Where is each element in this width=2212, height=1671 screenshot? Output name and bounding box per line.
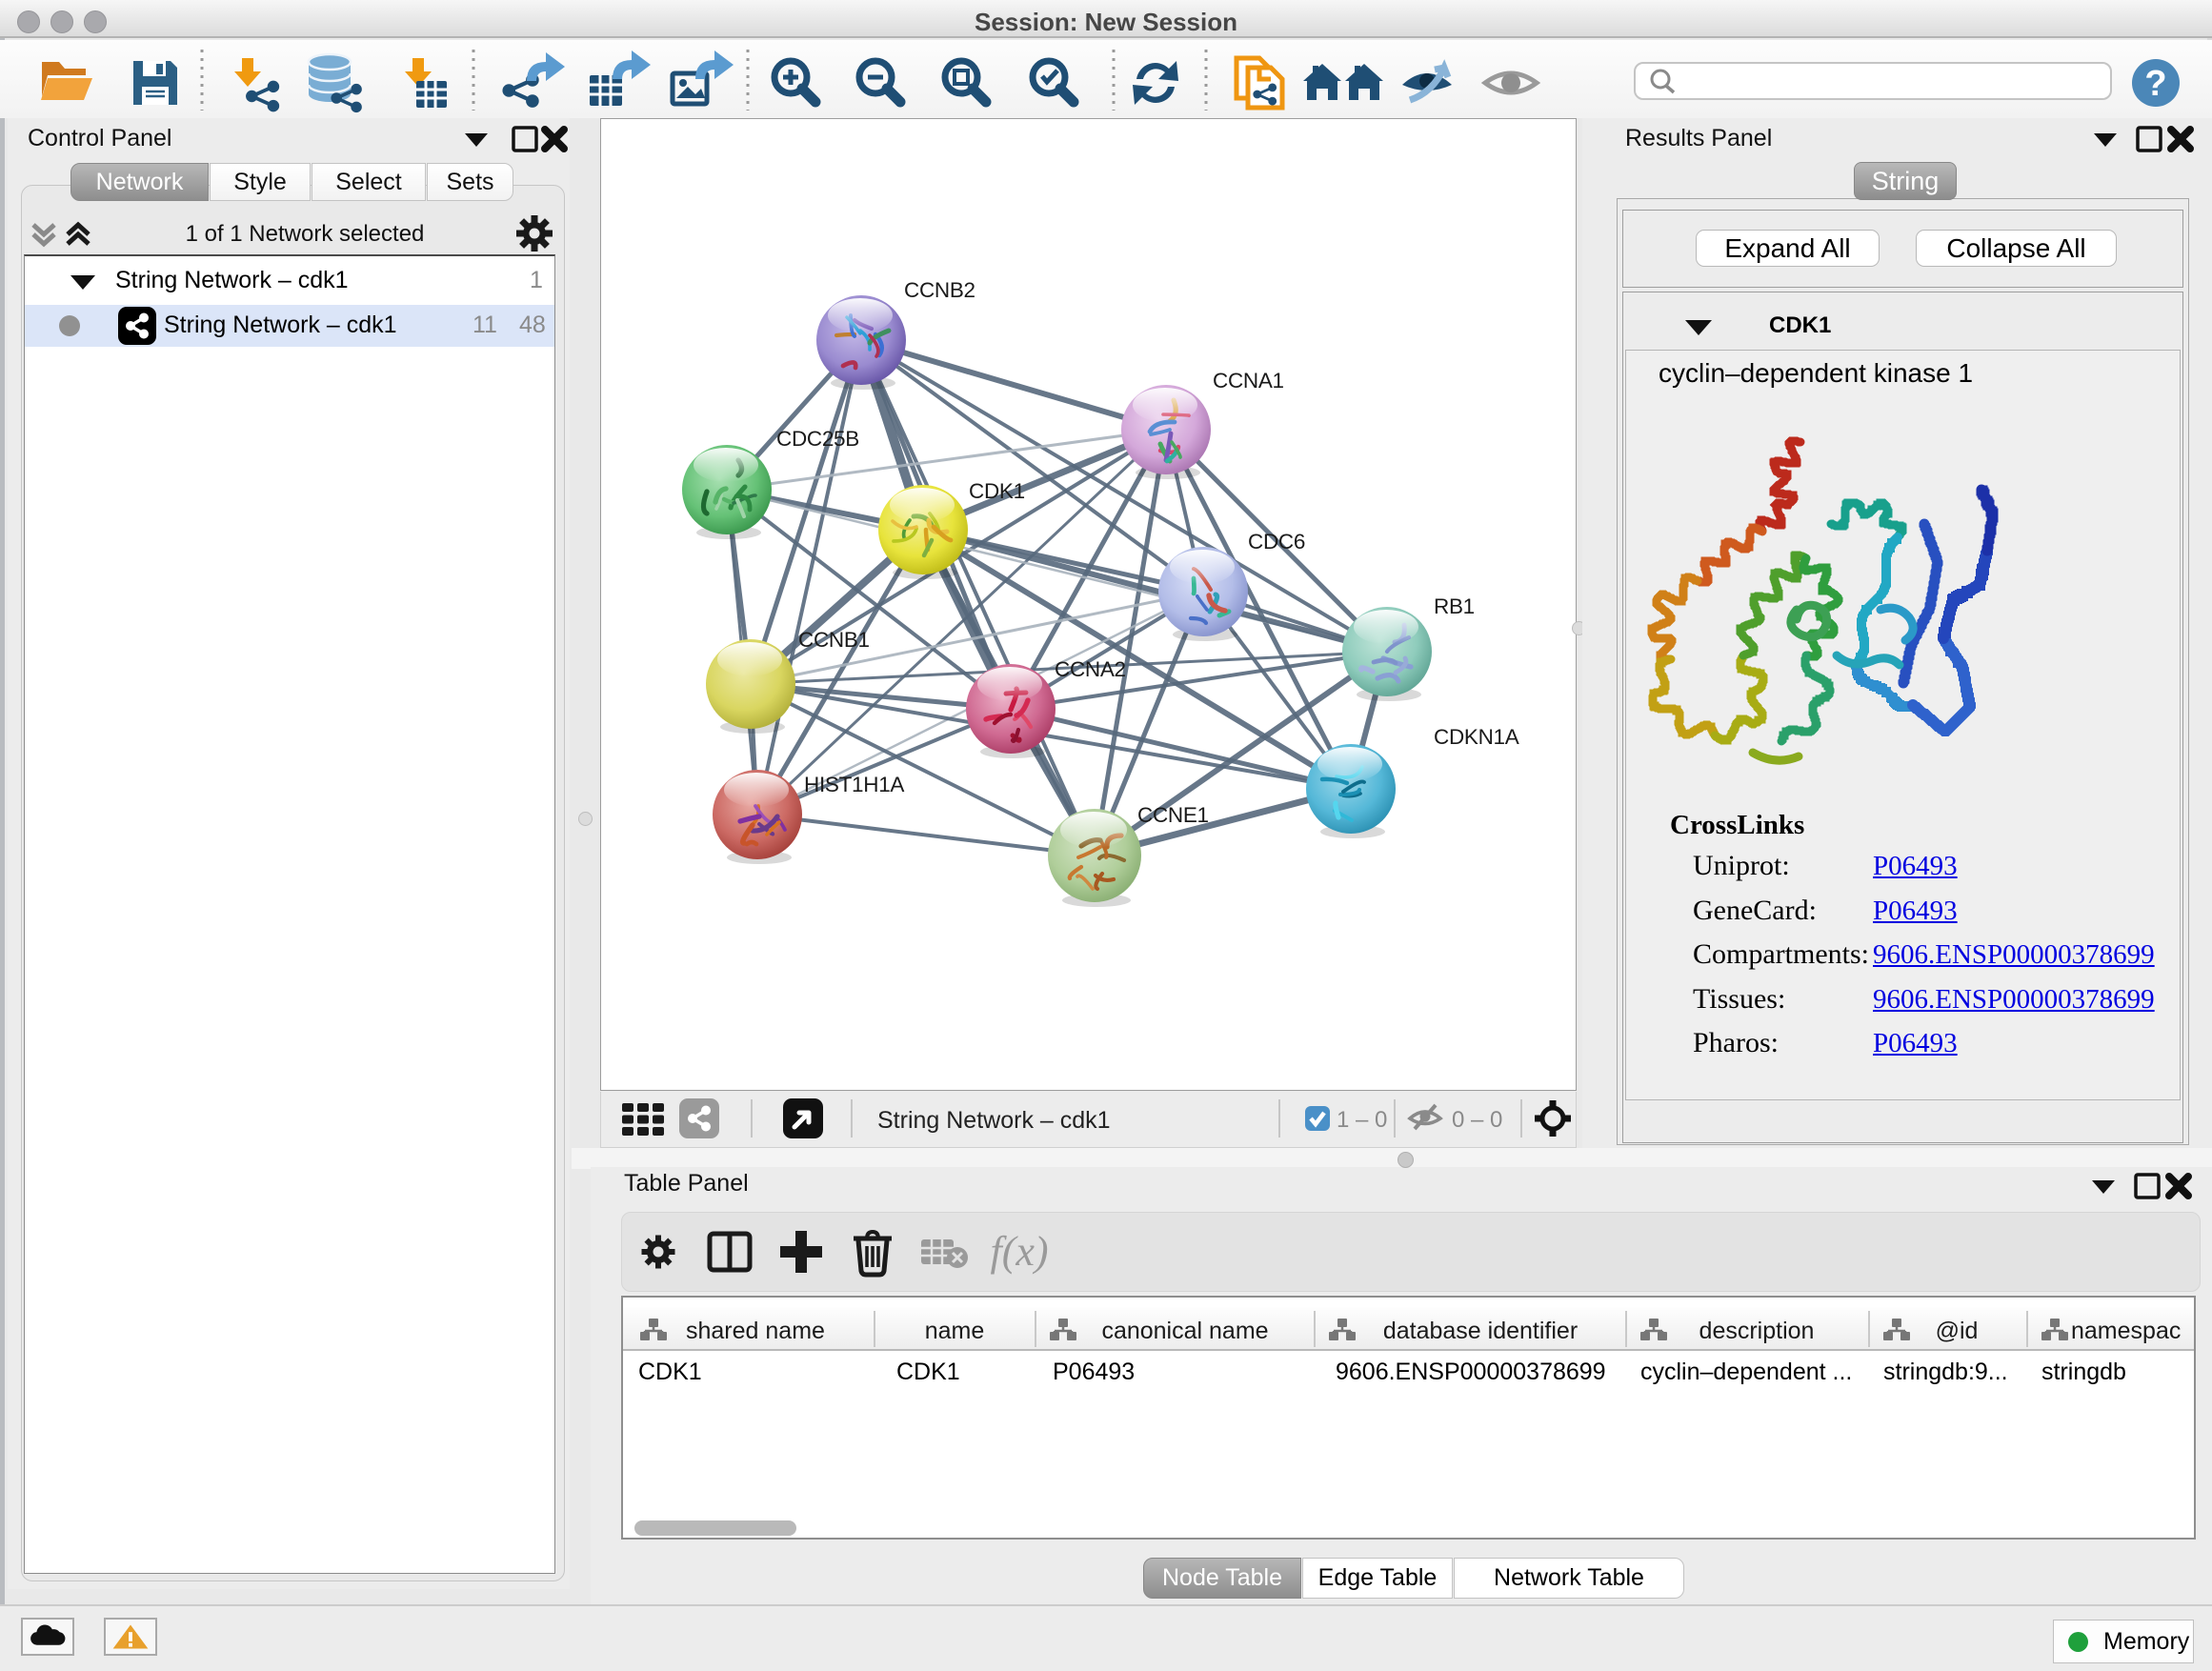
svg-text:CCNB1: CCNB1 [798,628,870,652]
svg-text:CDK1: CDK1 [969,479,1025,503]
svg-text:CCNE1: CCNE1 [1137,803,1209,827]
svg-text:RB1: RB1 [1434,594,1475,618]
svg-text:1 of 1 Network selected: 1 of 1 Network selected [186,221,425,247]
svg-text:1 – 0: 1 – 0 [1337,1107,1387,1133]
svg-text:?: ? [2144,64,2166,104]
svg-text:database identifier: database identifier [1383,1318,1578,1344]
svg-text:String Network – cdk1: String Network – cdk1 [877,1107,1111,1134]
svg-text:HIST1H1A: HIST1H1A [804,773,904,796]
svg-text:CDKN1A: CDKN1A [1434,725,1519,749]
svg-text:CCNB2: CCNB2 [904,278,975,302]
svg-text:description: description [1699,1318,1815,1344]
svg-text:f(x): f(x) [990,1228,1048,1275]
svg-text:CDC6: CDC6 [1248,530,1305,554]
svg-text:canonical name: canonical name [1101,1318,1268,1344]
svg-text:CDC25B: CDC25B [776,427,859,451]
svg-text:shared name: shared name [686,1318,825,1344]
svg-text:CCNA1: CCNA1 [1213,369,1284,393]
svg-text:name: name [925,1318,985,1344]
svg-text:namespac: namespac [2071,1318,2181,1344]
svg-text:@id: @id [1936,1318,1979,1344]
svg-text:0 – 0: 0 – 0 [1452,1107,1502,1133]
svg-text:CCNA2: CCNA2 [1055,657,1126,681]
